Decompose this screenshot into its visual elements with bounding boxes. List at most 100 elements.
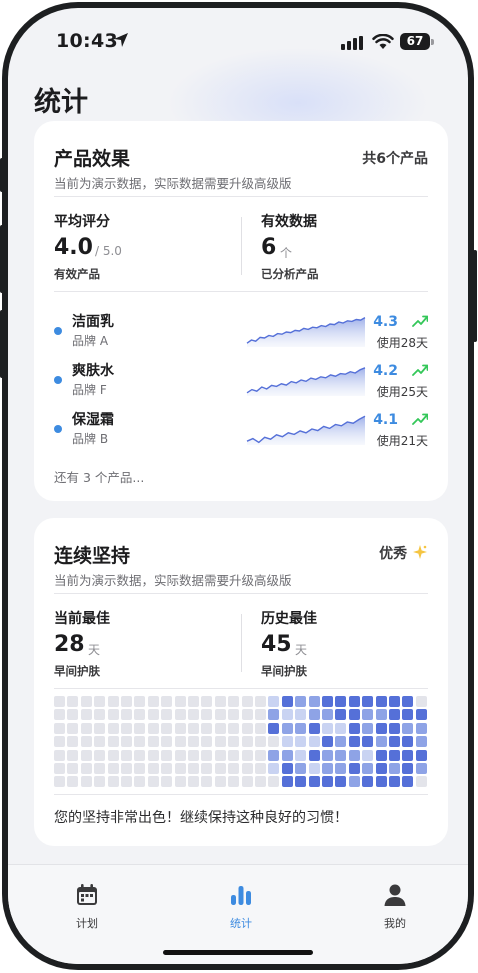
product-row[interactable]: 爽肤水 品牌 F 4.2 使用25天 xyxy=(54,360,428,408)
heatmap-cell xyxy=(281,722,293,734)
product-row[interactable]: 洁面乳 品牌 A 4.3 使用28天 xyxy=(54,311,428,359)
heatmap-cell xyxy=(107,749,119,761)
valid-data-sub: 已分析产品 xyxy=(261,267,319,281)
heatmap-cell xyxy=(375,722,387,734)
heatmap-cell xyxy=(308,749,320,761)
heatmap-cell xyxy=(161,696,173,707)
heatmap-cell xyxy=(228,736,240,748)
tab-me[interactable]: 我的 xyxy=(355,883,435,931)
battery-icon: 67 xyxy=(400,33,430,50)
heatmap-cell xyxy=(147,696,159,707)
more-products-link[interactable]: 还有 3 个产品... xyxy=(54,467,144,486)
heatmap-cell xyxy=(188,722,199,734)
heatmap-cell xyxy=(415,776,427,788)
avg-rating-unit: / 5.0 xyxy=(95,244,122,258)
heatmap-cell xyxy=(228,776,240,788)
heatmap-cell xyxy=(255,763,266,774)
heatmap-cell xyxy=(295,696,307,707)
heatmap-cell xyxy=(362,776,374,788)
heatmap-cell xyxy=(335,749,347,761)
heatmap-cell xyxy=(188,696,199,707)
tab-plan[interactable]: 计划 xyxy=(47,883,127,931)
heatmap-cell xyxy=(107,776,119,788)
heatmap-cell xyxy=(322,776,333,788)
heatmap-cell xyxy=(295,776,307,788)
heatmap-cell xyxy=(188,709,199,721)
heatmap-cell xyxy=(121,776,132,788)
heatmap-cell xyxy=(67,736,79,748)
tab-plan-label: 计划 xyxy=(76,917,98,930)
heatmap-cell xyxy=(362,722,374,734)
heatmap-cell xyxy=(389,709,400,721)
product-usage-days: 使用21天 xyxy=(376,434,428,448)
heatmap-cell xyxy=(174,722,186,734)
heatmap-cell xyxy=(107,763,119,774)
avg-rating-value: 4.0 xyxy=(54,235,93,260)
tab-bar: 计划 统计 我的 xyxy=(8,864,468,964)
heatmap-cell xyxy=(94,776,106,788)
heatmap-cell xyxy=(174,763,186,774)
heatmap-cell xyxy=(94,722,106,734)
history-best-label: 历史最佳 xyxy=(261,611,317,627)
heatmap-cell xyxy=(80,763,92,774)
heatmap-cell xyxy=(201,709,213,721)
heatmap-cell xyxy=(348,722,360,734)
heatmap-cell xyxy=(228,722,240,734)
product-card-subtitle: 当前为演示数据，实际数据需要升级高级版 xyxy=(54,176,292,191)
heatmap-cell xyxy=(268,722,280,734)
heatmap-cell xyxy=(241,722,253,734)
heatmap-cell xyxy=(281,749,293,761)
heatmap-cell xyxy=(348,776,360,788)
heatmap-cell xyxy=(80,709,92,721)
heatmap-cell xyxy=(268,736,280,748)
status-bar: 10:43 67 xyxy=(8,8,468,78)
chart-bar-icon xyxy=(231,886,251,905)
heatmap-cell xyxy=(174,736,186,748)
product-brand: 品牌 F xyxy=(72,383,107,397)
current-best-sub: 早间护肤 xyxy=(54,664,100,678)
heatmap-cell xyxy=(322,722,333,734)
valid-data-unit: 个 xyxy=(280,246,293,260)
heatmap-cell xyxy=(415,763,427,774)
heatmap-cell xyxy=(415,736,427,748)
heatmap-cell xyxy=(80,696,92,707)
cellular-signal-icon xyxy=(341,36,363,50)
heatmap-cell xyxy=(188,776,199,788)
heatmap-cell xyxy=(389,776,400,788)
heatmap-cell xyxy=(241,709,253,721)
heatmap-cell xyxy=(255,736,266,748)
heatmap-cell xyxy=(389,722,400,734)
heatmap-cell xyxy=(121,736,132,748)
heatmap-cell xyxy=(389,763,400,774)
tab-stats[interactable]: 统计 xyxy=(201,883,281,931)
wifi-icon xyxy=(372,34,394,49)
product-name: 保湿霜 xyxy=(72,412,114,428)
heatmap-cell xyxy=(214,696,226,707)
heatmap-cell xyxy=(348,696,360,707)
heatmap-cell xyxy=(241,696,253,707)
heatmap-cell xyxy=(402,776,414,788)
product-dot xyxy=(54,425,62,433)
heatmap-cell xyxy=(94,763,106,774)
heatmap-cell xyxy=(281,709,293,721)
heatmap-cell xyxy=(161,776,173,788)
divider xyxy=(54,794,428,795)
heatmap-cell xyxy=(134,709,146,721)
heatmap-cell xyxy=(335,763,347,774)
streak-badge-label: 优秀 xyxy=(379,546,408,562)
heatmap-cell xyxy=(308,763,320,774)
heatmap-cell xyxy=(268,749,280,761)
heatmap-cell xyxy=(402,709,414,721)
heatmap-cell xyxy=(415,696,427,707)
heatmap-cell xyxy=(80,776,92,788)
current-best-unit: 天 xyxy=(88,643,101,657)
heatmap-cell xyxy=(67,776,79,788)
heatmap-cell xyxy=(214,776,226,788)
current-best-value: 28 xyxy=(54,632,85,657)
current-best-label: 当前最佳 xyxy=(54,611,110,627)
heatmap-cell xyxy=(54,696,65,707)
heatmap-cell xyxy=(228,696,240,707)
heatmap-cell xyxy=(335,776,347,788)
heatmap-cell xyxy=(201,736,213,748)
product-row[interactable]: 保湿霜 品牌 B 4.1 使用21天 xyxy=(54,409,428,457)
